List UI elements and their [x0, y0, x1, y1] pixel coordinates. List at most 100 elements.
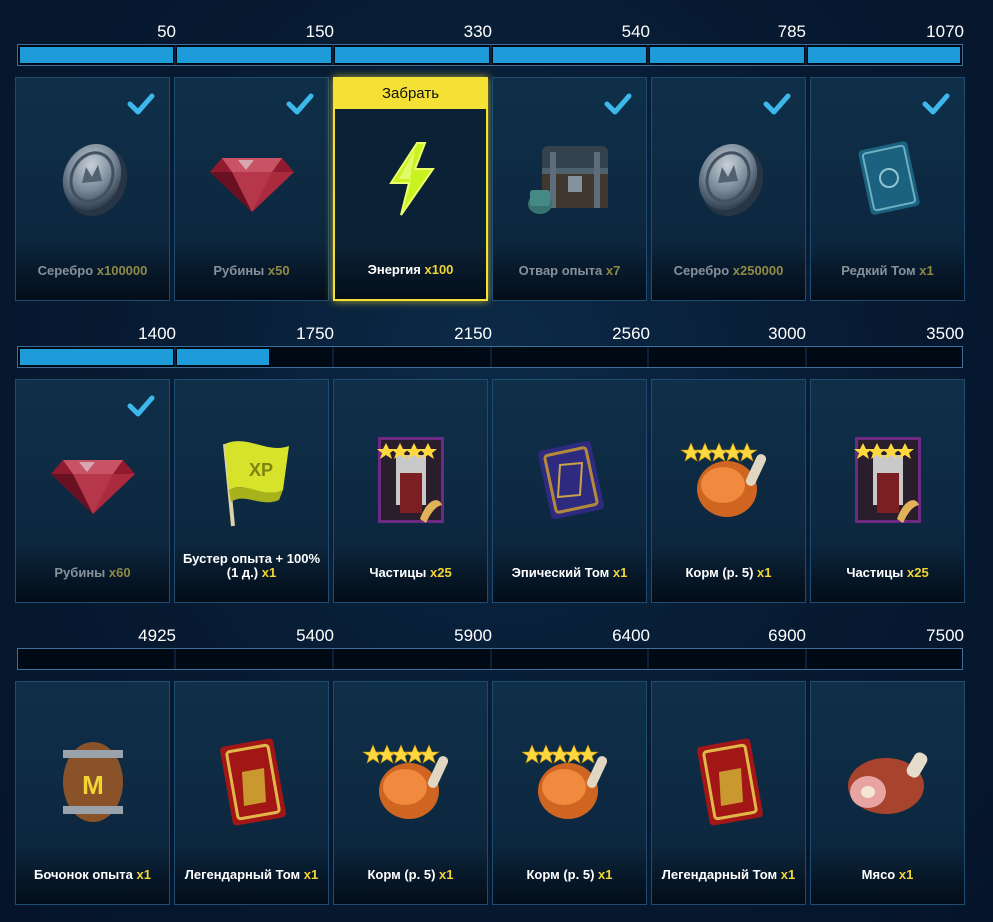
reward-name: Бочонок опыта	[34, 867, 133, 882]
threshold-value: 540	[621, 22, 650, 41]
reward-card: Серебро x100000	[15, 77, 170, 301]
reward-quantity: x1	[303, 867, 319, 882]
reward-cards: Серебро x100000 Рубины x50 Забрать Энерги…	[15, 77, 967, 301]
threshold-value: 150	[305, 22, 334, 41]
reward-card[interactable]: Забрать Энергия x100	[333, 77, 488, 301]
milestone-row-1: 50 150 330 540 785 1070 Серебро x100000 Рубин…	[0, 22, 993, 312]
reward-name: Серебро	[37, 263, 94, 278]
progress-segment	[334, 45, 492, 65]
reward-card: Частицы x25	[810, 379, 965, 603]
legendary-tome-icon	[652, 712, 805, 852]
threshold-value: 5400	[296, 626, 334, 645]
progress-segment	[334, 649, 492, 669]
progress-fill	[808, 47, 960, 63]
reward-quantity: x1	[780, 867, 796, 882]
xp-barrel-icon: M	[16, 712, 169, 852]
reward-label: Легендарный Том x1	[179, 868, 324, 882]
threshold-value: 6900	[768, 626, 806, 645]
progress-segment	[492, 347, 649, 367]
reward-label: Корм (р. 5) x1	[497, 868, 642, 882]
silver-coin-icon	[16, 108, 169, 248]
progress-segment	[807, 347, 963, 367]
reward-name: Отвар опыта	[518, 263, 603, 278]
reward-name: Энергия	[367, 262, 421, 277]
reward-name: Корм (р. 5)	[526, 867, 595, 882]
reward-label: Рубины x60	[20, 566, 165, 580]
reward-card: Корм (р. 5) x1	[333, 681, 488, 905]
reward-label: Мясо x1	[815, 868, 960, 882]
reward-label: Легендарный Том x1	[656, 868, 801, 882]
champion-shards-icon	[334, 410, 487, 550]
progress-segment	[176, 45, 334, 65]
progress-fill	[20, 47, 173, 63]
reward-quantity: x25	[429, 565, 452, 580]
reward-quantity: x1	[612, 565, 628, 580]
reward-card: XP Бустер опыта + 100% (1 д.) x1	[174, 379, 329, 603]
claim-button[interactable]: Забрать	[335, 79, 486, 109]
threshold-value: 6400	[612, 626, 650, 645]
chest-brew-icon	[493, 108, 646, 248]
reward-name: Мясо	[861, 867, 896, 882]
rare-tome-icon	[811, 108, 964, 248]
threshold-labels: 50 150 330 540 785 1070	[0, 22, 993, 46]
progress-segment	[19, 347, 176, 367]
reward-quantity: x100	[424, 262, 454, 277]
reward-label: Корм (р. 5) x1	[338, 868, 483, 882]
threshold-labels: 4925 5400 5900 6400 6900 7500	[0, 626, 993, 650]
ruby-icon	[16, 410, 169, 550]
reward-quantity: x25	[906, 565, 929, 580]
milestone-row-2: 1400 1750 2150 2560 3000 3500 Рубины x60 XP Бу…	[0, 324, 993, 614]
reward-label: Энергия x100	[339, 263, 482, 277]
reward-card: Корм (р. 5) x1	[651, 379, 806, 603]
reward-name: Бустер опыта + 100% (1 д.)	[182, 551, 320, 580]
reward-name: Частицы	[846, 565, 904, 580]
reward-quantity: x1	[261, 565, 277, 580]
reward-name: Легендарный Том	[661, 867, 778, 882]
reward-name: Частицы	[369, 565, 427, 580]
energy-bolt-icon	[335, 109, 486, 249]
reward-quantity: x60	[108, 565, 131, 580]
xp-flag-icon: XP	[175, 410, 328, 550]
meat-icon	[811, 712, 964, 852]
reward-quantity: x1	[898, 867, 914, 882]
threshold-value: 1070	[926, 22, 964, 41]
chicken-food-icon	[652, 410, 805, 550]
champion-shards-icon	[811, 410, 964, 550]
reward-card: Легендарный Том x1	[174, 681, 329, 905]
reward-label: Частицы x25	[815, 566, 960, 580]
progress-segment	[492, 45, 649, 65]
reward-card: Эпический Том x1	[492, 379, 647, 603]
legendary-tome-icon	[175, 712, 328, 852]
progress-segment	[807, 649, 963, 669]
threshold-value: 50	[157, 22, 176, 41]
progress-segment	[649, 649, 807, 669]
threshold-value: 3000	[768, 324, 806, 343]
threshold-value: 2560	[612, 324, 650, 343]
reward-label: Отвар опыта x7	[497, 264, 642, 278]
threshold-labels: 1400 1750 2150 2560 3000 3500	[0, 324, 993, 348]
threshold-value: 1400	[138, 324, 176, 343]
reward-label: Редкий Том x1	[815, 264, 960, 278]
reward-quantity: x50	[267, 263, 290, 278]
reward-quantity: x250000	[732, 263, 784, 278]
reward-quantity: x1	[757, 565, 772, 580]
threshold-value: 1750	[296, 324, 334, 343]
reward-label: Серебро x250000	[656, 264, 801, 278]
threshold-value: 330	[463, 22, 492, 41]
progress-fill	[335, 47, 489, 63]
reward-card: Корм (р. 5) x1	[492, 681, 647, 905]
reward-name: Корм (р. 5)	[685, 565, 754, 580]
epic-tome-icon	[493, 410, 646, 550]
progress-segment	[176, 347, 334, 367]
reward-card: Частицы x25	[333, 379, 488, 603]
reward-quantity: x1	[136, 867, 151, 882]
progress-fill	[20, 349, 173, 365]
progress-fill	[177, 349, 270, 365]
milestone-row-3: 4925 5400 5900 6400 6900 7500 M Бочонок опыта …	[0, 626, 993, 916]
reward-card: Легендарный Том x1	[651, 681, 806, 905]
threshold-value: 4925	[138, 626, 176, 645]
progress-segment	[19, 45, 176, 65]
reward-quantity: x7	[605, 263, 621, 278]
reward-name: Серебро	[673, 263, 730, 278]
progress-bar	[17, 648, 963, 670]
